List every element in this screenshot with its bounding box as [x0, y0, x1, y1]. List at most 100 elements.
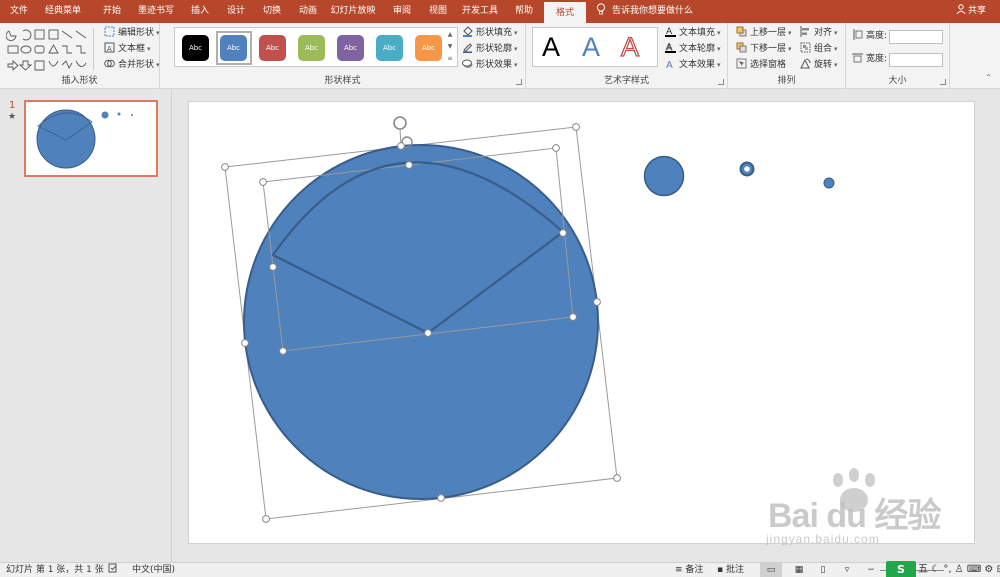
tab-help[interactable]: 帮助 — [508, 0, 540, 23]
slide-thumbnail[interactable] — [24, 100, 158, 177]
style-gallery-scroll[interactable]: ▲ ▼ ≡ — [445, 29, 455, 67]
text-effects-button[interactable]: A 文本效果 ▾ — [665, 58, 721, 73]
share-button[interactable]: 共享 — [956, 0, 986, 23]
align-button[interactable]: 对齐 ▾ — [800, 26, 838, 41]
text-fill-label: 文本填充 — [679, 28, 716, 38]
sorter-view-icon[interactable]: ▦ — [790, 563, 808, 577]
spell-check-icon[interactable] — [108, 563, 118, 577]
thumb-dot-2 — [117, 112, 121, 116]
svg-text:A: A — [666, 60, 673, 69]
send-backward-button[interactable]: 下移一层 ▾ — [736, 42, 792, 57]
width-label: 宽度: — [866, 54, 888, 64]
height-input[interactable] — [889, 30, 943, 44]
user-icon — [956, 4, 966, 15]
rotate-button[interactable]: 旋转 ▾ — [800, 58, 838, 73]
shape-fill-button[interactable]: 形状填充 ▾ — [462, 26, 518, 41]
tab-transitions[interactable]: 切换 — [256, 0, 288, 23]
group-shape-styles: Abc Abc Abc Abc Abc Abc Abc ▲ ▼ ≡ 形状填充 ▾ … — [160, 23, 526, 89]
notes-label: 备注 — [685, 565, 704, 575]
language-status[interactable]: 中文(中国) — [132, 563, 175, 577]
scroll-down-icon[interactable]: ▼ — [445, 41, 455, 53]
tab-slideshow[interactable]: 幻灯片放映 — [328, 0, 378, 23]
tab-view[interactable]: 视图 — [422, 0, 454, 23]
text-box-label: 文本框 — [118, 44, 146, 54]
zoom-out-icon[interactable]: − — [866, 563, 876, 577]
shape-gallery-scroll[interactable] — [93, 28, 101, 70]
tell-me-search[interactable]: 告诉我你想要做什么 — [596, 0, 693, 23]
shape-gallery[interactable] — [5, 28, 92, 72]
size-launcher-icon[interactable] — [940, 79, 946, 85]
style-swatch-orange[interactable]: Abc — [415, 35, 442, 61]
style-swatch-blue[interactable]: Abc — [220, 35, 247, 61]
text-outline-button[interactable]: A 文本轮廓 ▾ — [665, 42, 721, 57]
group-label-size: 大小 — [888, 76, 907, 86]
merge-shapes-button[interactable]: 合并形状 ▾ — [104, 58, 160, 73]
scribble-shape-icon — [75, 60, 87, 67]
vtext-shape-icon — [48, 29, 59, 40]
notes-button[interactable]: ≡ 备注 — [675, 563, 703, 577]
wordart-red-outline[interactable]: A — [620, 31, 639, 63]
tab-format[interactable]: 格式 — [544, 0, 586, 23]
selection-pane-icon — [736, 58, 747, 69]
width-icon — [852, 53, 863, 63]
flow-shape-icon — [34, 60, 45, 71]
ime-toolbar-icons[interactable]: 五 ☾ °, ♙ ⌨ ⚙ ⊞ — [918, 563, 1000, 577]
ime-logo-icon[interactable]: S — [886, 561, 916, 577]
group-size: 高度: 宽度: 大小 — [846, 23, 950, 89]
style-swatch-purple[interactable]: Abc — [337, 35, 364, 61]
tab-review[interactable]: 审阅 — [386, 0, 418, 23]
slideshow-view-icon[interactable]: ▿ — [838, 563, 856, 577]
wordart-blue[interactable]: A — [582, 32, 600, 63]
width-input[interactable] — [889, 53, 943, 67]
wordart-black[interactable]: A — [542, 32, 560, 63]
wordart-launcher-icon[interactable] — [718, 79, 724, 85]
shape-effects-button[interactable]: 形状效果 ▾ — [462, 58, 518, 73]
triangle-shape-icon — [48, 44, 59, 54]
comment-icon: ▪ — [717, 565, 724, 575]
thumb-dot-3 — [131, 114, 133, 116]
expand-gallery-icon[interactable]: ≡ — [445, 53, 455, 65]
width-row: 宽度: — [852, 52, 887, 67]
tab-file[interactable]: 文件 — [4, 0, 34, 23]
tab-insert[interactable]: 插入 — [184, 0, 216, 23]
group-label-arrange: 排列 — [777, 76, 796, 86]
share-label: 共享 — [967, 6, 986, 16]
style-swatch-aqua[interactable]: Abc — [376, 35, 403, 61]
comments-button[interactable]: ▪ 批注 — [717, 563, 744, 577]
group-button[interactable]: 组合 ▾ — [800, 42, 838, 57]
shape-styles-launcher-icon[interactable] — [516, 79, 522, 85]
collapse-ribbon-icon[interactable]: ⌃ — [985, 73, 992, 82]
text-box-button[interactable]: A 文本框 ▾ — [104, 42, 151, 57]
tab-home[interactable]: 开始 — [96, 0, 128, 23]
lightbulb-icon — [596, 3, 606, 15]
group-insert-shapes: 编辑形状 ▾ A 文本框 ▾ 合并形状 ▾ 插入形状 — [0, 23, 160, 89]
freeform-shape-icon — [61, 60, 73, 69]
tab-design[interactable]: 设计 — [220, 0, 252, 23]
medium-circle-shape[interactable] — [643, 155, 685, 197]
tab-developer[interactable]: 开发工具 — [458, 0, 502, 23]
scroll-up-icon[interactable]: ▲ — [445, 29, 455, 41]
selection-pane-label: 选择窗格 — [750, 60, 787, 70]
textbox-shape-icon — [34, 29, 45, 40]
tab-ink[interactable]: 墨迹书写 — [134, 0, 178, 23]
style-swatch-red[interactable]: Abc — [259, 35, 286, 61]
style-swatch-green[interactable]: Abc — [298, 35, 325, 61]
rotation-handle-outer-icon[interactable] — [393, 116, 407, 147]
group-arrange: 上移一层 ▾ 下移一层 ▾ 选择窗格 对齐 ▾ 组合 ▾ 旋转 ▾ 排列 — [728, 23, 846, 89]
reading-view-icon[interactable]: ▯ — [814, 563, 832, 577]
edit-shape-icon — [104, 26, 115, 37]
text-fill-button[interactable]: A 文本填充 ▾ — [665, 26, 721, 41]
ribbon: 编辑形状 ▾ A 文本框 ▾ 合并形状 ▾ 插入形状 Abc Abc Abc Abc A… — [0, 23, 1000, 89]
normal-view-icon[interactable]: ▭ — [760, 563, 782, 577]
bring-forward-button[interactable]: 上移一层 ▾ — [736, 26, 792, 41]
large-circle-shape[interactable] — [243, 144, 599, 500]
tiny-circle-shape[interactable] — [823, 177, 835, 189]
paint-bucket-icon — [463, 26, 473, 37]
shape-outline-button[interactable]: 形状轮廓 ▾ — [462, 42, 518, 57]
style-swatch-black[interactable]: Abc — [182, 35, 209, 61]
selection-pane-button[interactable]: 选择窗格 — [736, 58, 786, 73]
tab-animations[interactable]: 动画 — [292, 0, 324, 23]
edit-shape-button[interactable]: 编辑形状 ▾ — [104, 26, 160, 41]
tab-classic-menu[interactable]: 经典菜单 — [38, 0, 88, 23]
curve-shape-icon — [48, 60, 59, 67]
